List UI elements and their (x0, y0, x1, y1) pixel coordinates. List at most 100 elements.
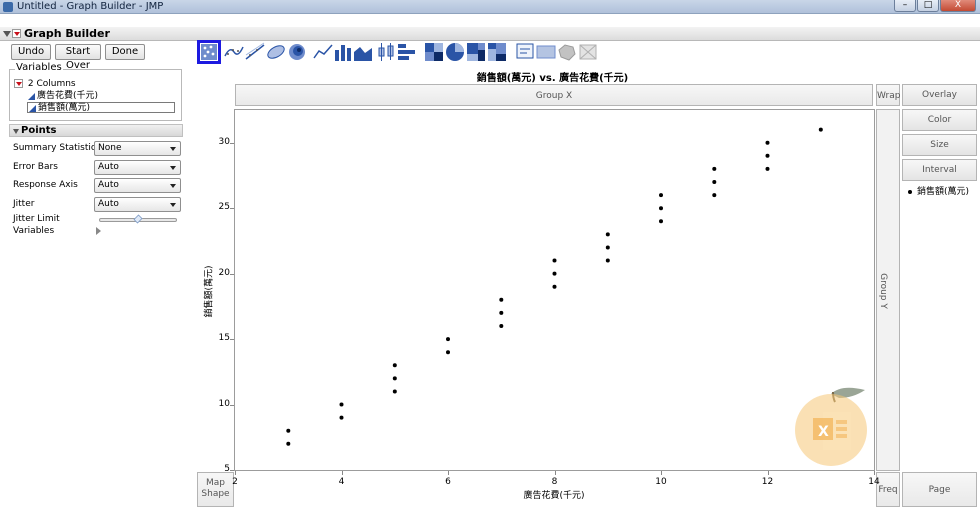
x-tick-label: 8 (551, 477, 558, 487)
expand-arrow-icon[interactable] (96, 227, 101, 235)
x-tick-label: 14 (868, 477, 880, 487)
area-icon[interactable] (353, 42, 373, 62)
interval-zone[interactable]: Interval (902, 159, 977, 181)
overlay-zone[interactable]: Overlay (902, 84, 977, 106)
collapse-triangle-icon[interactable] (3, 31, 11, 37)
y-tick-mark (230, 142, 234, 144)
close-button[interactable]: X (940, 0, 976, 12)
data-point[interactable] (286, 428, 291, 433)
size-zone[interactable]: Size (902, 134, 977, 156)
line-of-fit-icon[interactable] (245, 42, 265, 62)
data-point[interactable] (552, 258, 557, 263)
columns-red-triangle-icon[interactable] (14, 79, 23, 88)
data-point[interactable] (765, 153, 770, 158)
y-tick-label: 20 (218, 267, 230, 278)
plot-area[interactable] (234, 109, 875, 471)
data-point[interactable] (499, 297, 504, 302)
y-tick-mark (230, 339, 234, 341)
summary-statistic-select[interactable]: None (94, 141, 181, 156)
treemap-icon[interactable] (466, 42, 486, 62)
bar-icon[interactable] (333, 42, 353, 62)
variable-label: 廣告花費(千元) (37, 91, 99, 101)
jitter-value: Auto (98, 199, 119, 209)
group-x-zone[interactable]: Group X (235, 84, 873, 106)
red-triangle-menu-icon[interactable] (12, 29, 21, 38)
response-axis-select[interactable]: Auto (94, 178, 181, 193)
data-point[interactable] (712, 193, 717, 198)
y-tick-mark (230, 208, 234, 210)
data-point[interactable] (339, 402, 344, 407)
data-point[interactable] (659, 206, 663, 211)
data-point[interactable] (605, 258, 610, 263)
jitter-limit-slider-thumb[interactable] (133, 214, 143, 224)
box-plot-icon[interactable] (376, 42, 396, 62)
formula-icon[interactable] (536, 42, 556, 62)
color-zone[interactable]: Color (902, 109, 977, 131)
data-point[interactable] (765, 166, 770, 171)
window-title-bar: Untitled - Graph Builder - JMP – □ X (0, 0, 980, 14)
data-point[interactable] (392, 389, 397, 394)
data-point[interactable] (286, 441, 291, 446)
variable-item-ad-spend[interactable]: 廣告花費(千元) (27, 91, 175, 102)
group-y-label: Group Y (878, 273, 888, 309)
heatmap-icon[interactable] (424, 42, 444, 62)
data-point[interactable] (818, 127, 823, 132)
map-shapes-icon[interactable] (557, 42, 577, 62)
pie-icon[interactable] (445, 42, 465, 62)
data-point[interactable] (712, 166, 717, 171)
undo-button[interactable]: Undo (11, 44, 51, 60)
data-point[interactable] (552, 271, 557, 276)
x-tick-label: 4 (338, 477, 345, 487)
mosaic-icon[interactable] (487, 42, 507, 62)
chevron-down-icon (170, 147, 176, 151)
data-point[interactable] (339, 415, 344, 420)
done-button[interactable]: Done (105, 44, 145, 60)
y-axis-label: 銷售額(萬元) (204, 265, 215, 318)
data-point[interactable] (446, 337, 450, 342)
points-icon[interactable] (197, 40, 221, 64)
data-point[interactable] (446, 350, 450, 355)
data-point[interactable] (659, 219, 663, 224)
data-point[interactable] (659, 193, 663, 198)
continuous-variable-icon (29, 105, 36, 112)
y-tick-mark (230, 404, 234, 406)
data-point[interactable] (499, 310, 504, 315)
page-zone[interactable]: Page (902, 472, 977, 507)
data-point[interactable] (392, 376, 397, 381)
x-tick-label: 12 (761, 477, 774, 487)
response-axis-label: Response Axis (13, 180, 78, 190)
histogram-icon[interactable] (397, 42, 417, 62)
data-point[interactable] (552, 284, 557, 289)
minimize-button[interactable]: – (894, 0, 916, 12)
map-disabled-icon[interactable] (578, 42, 598, 62)
data-point[interactable] (765, 140, 770, 145)
legend: 銷售額(萬元) (908, 184, 969, 197)
x-tick-label: 6 (445, 477, 451, 487)
error-bars-select[interactable]: Auto (94, 160, 181, 175)
ellipse-icon[interactable] (266, 42, 286, 62)
data-point[interactable] (712, 180, 717, 184)
data-point[interactable] (499, 324, 504, 328)
caption-box-icon[interactable] (515, 42, 535, 62)
contour-icon[interactable] (287, 42, 307, 62)
points-section-header[interactable]: Points (9, 124, 183, 137)
watermark-logo-icon: X (793, 384, 873, 466)
data-point[interactable] (392, 363, 397, 368)
data-point[interactable] (605, 232, 610, 237)
wrap-zone[interactable]: Wrap (876, 84, 900, 106)
jitter-select[interactable]: Auto (94, 197, 181, 212)
smoother-icon[interactable] (224, 42, 244, 62)
data-point[interactable] (605, 245, 610, 250)
error-bars-label: Error Bars (13, 162, 58, 172)
graph-builder-header: Graph Builder (0, 27, 980, 41)
collapse-triangle-icon[interactable] (13, 129, 19, 134)
line-icon[interactable] (313, 42, 333, 62)
jmp-app-icon (3, 2, 13, 12)
start-over-button[interactable]: Start Over (55, 44, 101, 71)
x-tick-mark (235, 471, 236, 475)
y-tick-mark (230, 470, 234, 471)
maximize-button[interactable]: □ (917, 0, 939, 12)
columns-count-label: 2 Columns (27, 79, 76, 89)
jitter-limit-label: Jitter Limit (13, 214, 60, 224)
variable-item-sales[interactable]: 銷售額(萬元) (27, 102, 175, 113)
